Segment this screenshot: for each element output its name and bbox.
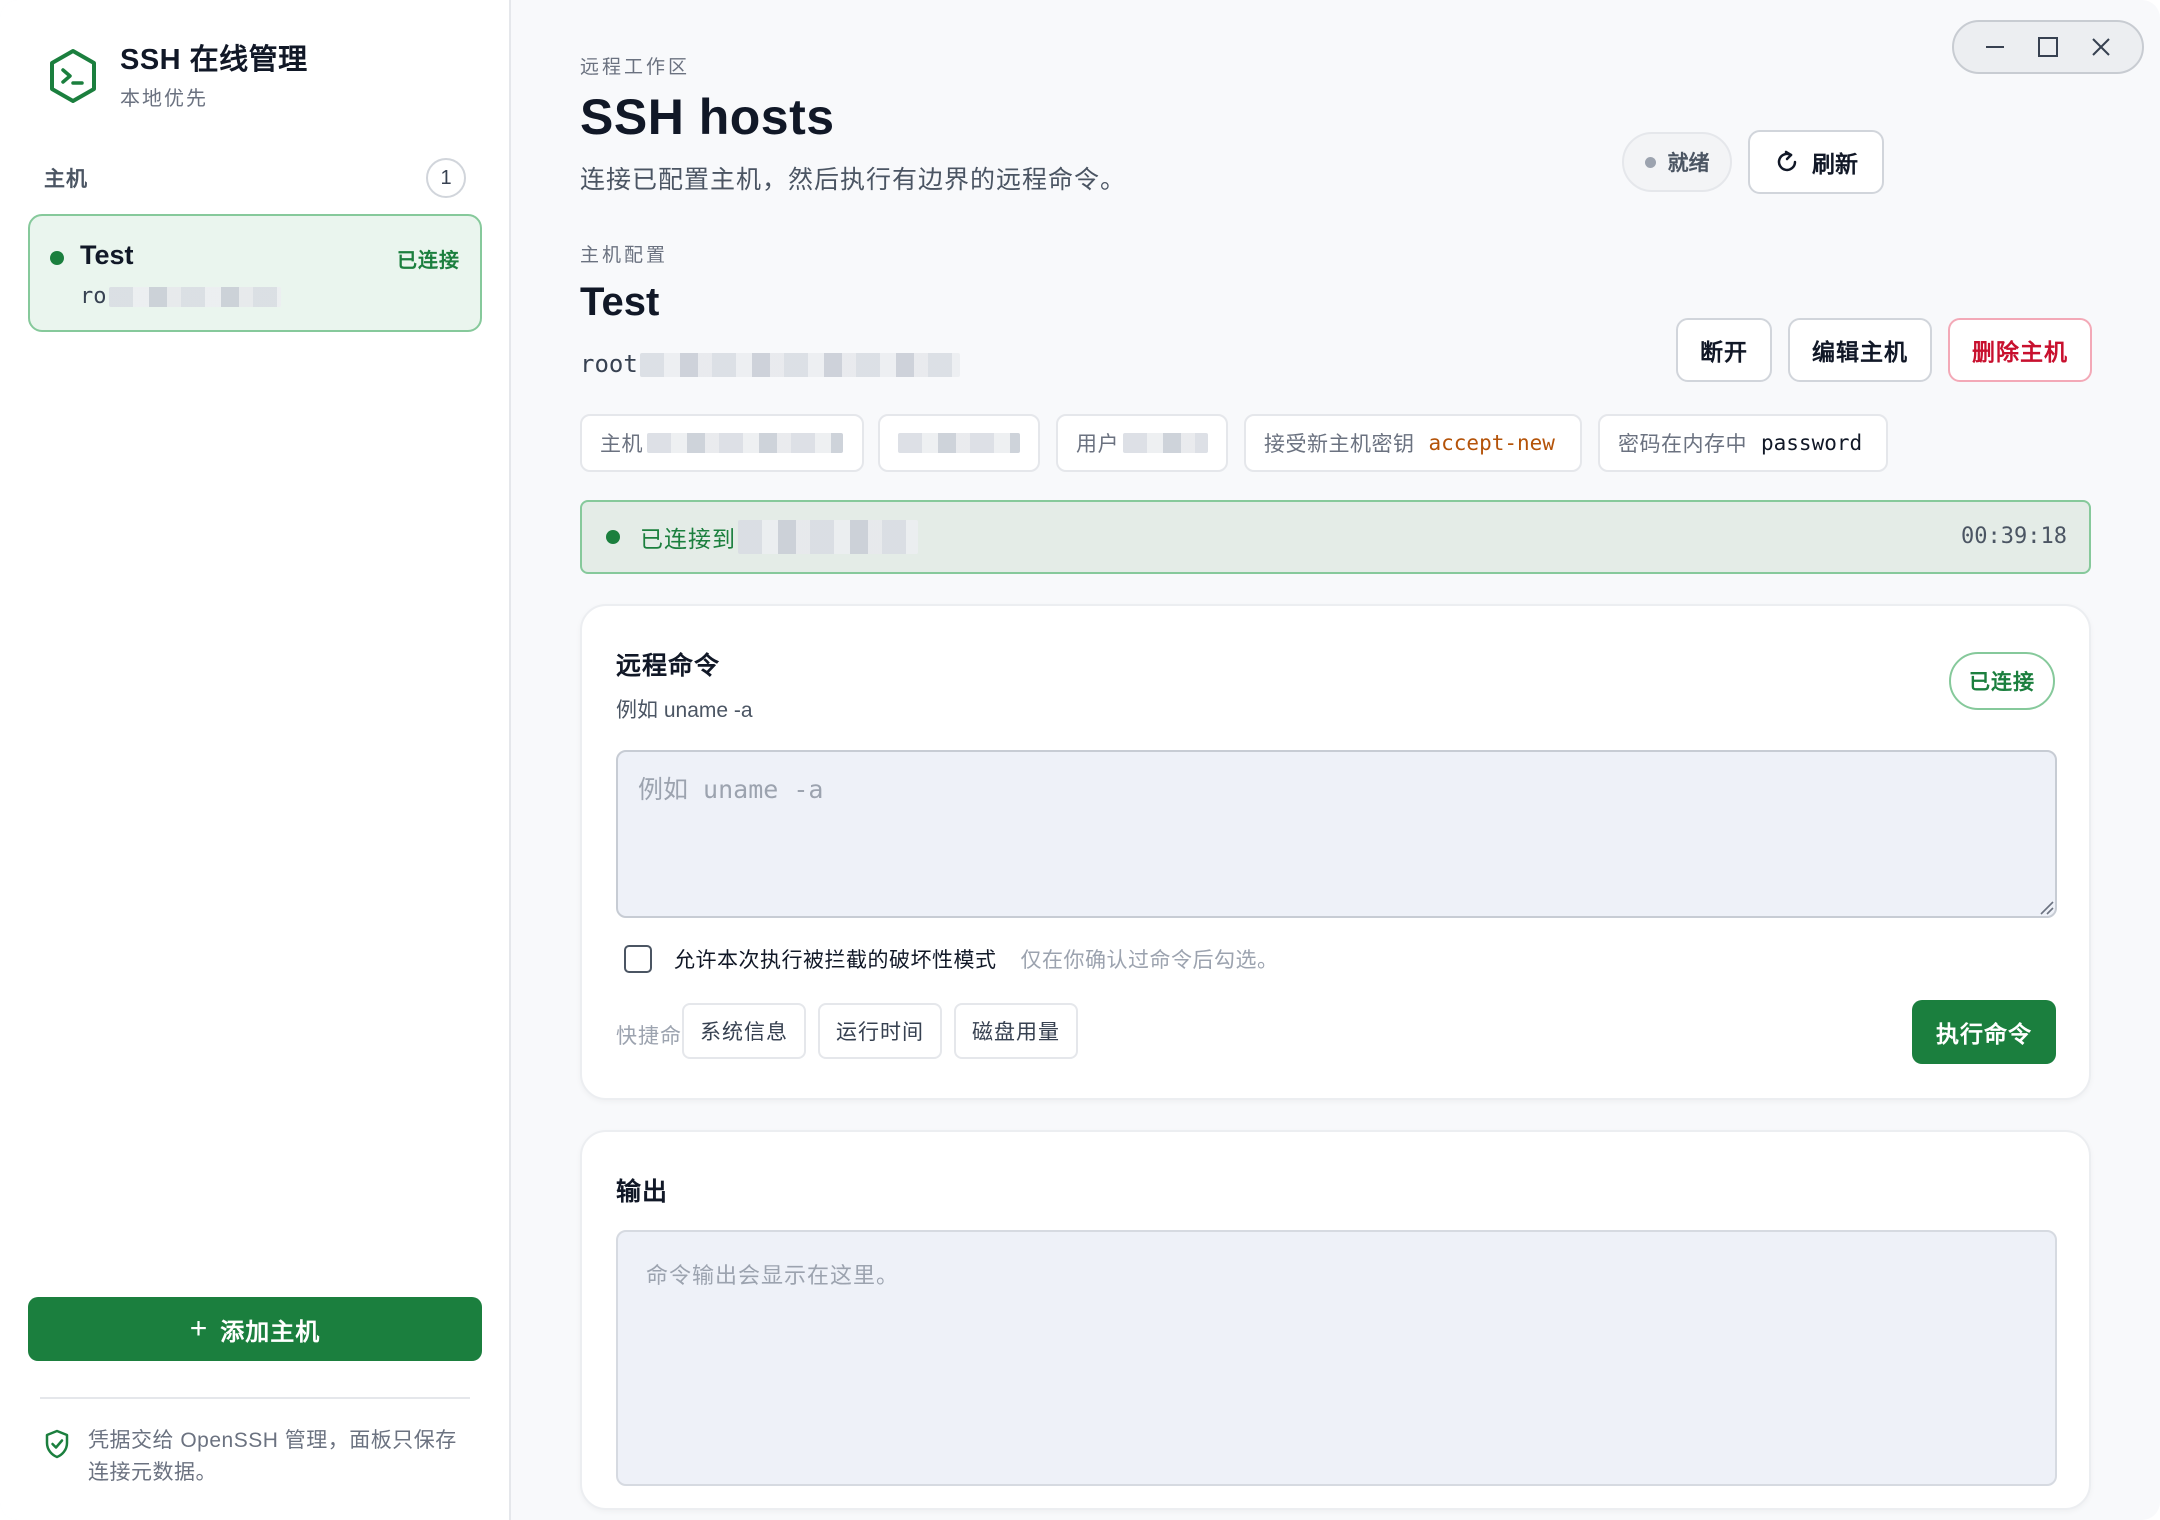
host-config-eyebrow: 主机配置 bbox=[580, 245, 669, 266]
host-item-state: 已连接 bbox=[397, 250, 460, 272]
password-chip-value: password bbox=[1761, 431, 1863, 455]
redacted-text bbox=[639, 353, 960, 377]
user-chip: 用户 bbox=[1056, 414, 1228, 472]
close-button[interactable] bbox=[2084, 30, 2118, 64]
connected-status-dot bbox=[50, 251, 64, 265]
host-chip: 主机 bbox=[580, 414, 864, 472]
disconnect-button[interactable]: 断开 bbox=[1676, 318, 1772, 382]
app-title: SSH 在线管理 bbox=[120, 44, 308, 76]
refresh-icon bbox=[1777, 150, 1797, 172]
allow-destructive-note: 仅在你确认过命令后勾选。 bbox=[1020, 949, 1279, 972]
password-chip-label: 密码在内存中 bbox=[1618, 433, 1747, 456]
status-badge: 就绪 bbox=[1622, 132, 1732, 192]
redacted-text bbox=[647, 433, 843, 453]
connected-badge: 已连接 bbox=[1949, 652, 2055, 710]
refresh-button[interactable]: 刷新 bbox=[1748, 130, 1884, 194]
quick-command-sysinfo[interactable]: 系统信息 bbox=[682, 1003, 806, 1059]
hostkey-chip-value: accept-new bbox=[1428, 431, 1555, 455]
delete-host-button[interactable]: 删除主机 bbox=[1948, 318, 2092, 382]
run-command-button[interactable]: 执行命令 bbox=[1912, 1000, 2056, 1064]
sidebar-footer: 凭据交给 OpenSSH 管理，面板只保存连接元数据。 bbox=[44, 1425, 474, 1489]
maximize-icon bbox=[2037, 37, 2058, 57]
workspace-eyebrow: 远程工作区 bbox=[580, 57, 691, 78]
page-title: SSH hosts bbox=[580, 89, 835, 145]
credentials-note: 凭据交给 OpenSSH 管理，面板只保存连接元数据。 bbox=[88, 1429, 457, 1484]
refresh-label: 刷新 bbox=[1812, 151, 1858, 177]
connection-text: 已连接到 bbox=[640, 526, 736, 552]
connected-status-dot bbox=[606, 530, 620, 544]
user-chip-label: 用户 bbox=[1076, 433, 1119, 456]
maximize-button[interactable] bbox=[2031, 30, 2065, 64]
add-host-label: 添加主机 bbox=[220, 1318, 321, 1346]
hosts-header: 主机 1 bbox=[44, 158, 466, 198]
hosts-count-badge: 1 bbox=[426, 158, 466, 198]
password-chip: 密码在内存中 password bbox=[1598, 414, 1888, 472]
connection-banner: 已连接到 00:39:18 bbox=[580, 500, 2091, 574]
redacted-text bbox=[108, 287, 281, 307]
status-dot bbox=[1644, 156, 1656, 168]
output-card-title: 输出 bbox=[616, 1178, 669, 1206]
command-output[interactable]: 命令输出会显示在这里。 bbox=[616, 1230, 2057, 1486]
redacted-text bbox=[738, 520, 918, 554]
terminal-hexagon-icon bbox=[50, 49, 96, 103]
redacted-text bbox=[1123, 433, 1208, 453]
status-label: 就绪 bbox=[1667, 152, 1710, 175]
plus-icon: + bbox=[189, 1312, 209, 1345]
close-icon bbox=[2092, 38, 2111, 56]
app-window: SSH 在线管理 本地优先 主机 1 Test 已连接 ro + 添加主机 凭据… bbox=[0, 0, 2160, 1520]
host-item-address: ro bbox=[80, 284, 281, 309]
command-input[interactable] bbox=[616, 750, 2057, 918]
window-controls bbox=[1952, 20, 2144, 74]
host-chip-label: 主机 bbox=[600, 433, 643, 456]
quick-command-uptime[interactable]: 运行时间 bbox=[818, 1003, 942, 1059]
redacted-text bbox=[898, 433, 1020, 453]
add-host-button[interactable]: + 添加主机 bbox=[28, 1297, 482, 1361]
minimize-button[interactable] bbox=[1978, 30, 2012, 64]
edit-host-button[interactable]: 编辑主机 bbox=[1788, 318, 1932, 382]
command-card-hint: 例如 uname -a bbox=[616, 699, 753, 722]
connection-timer: 00:39:18 bbox=[1961, 524, 2067, 549]
quick-command-disk-usage[interactable]: 磁盘用量 bbox=[954, 1003, 1078, 1059]
sidebar-divider bbox=[40, 1397, 470, 1399]
sidebar: SSH 在线管理 本地优先 主机 1 Test 已连接 ro + 添加主机 凭据… bbox=[0, 0, 511, 1520]
brand: SSH 在线管理 本地优先 bbox=[48, 42, 308, 111]
host-title: Test bbox=[580, 280, 660, 324]
allow-destructive-checkbox[interactable] bbox=[624, 945, 652, 973]
hostkey-chip-label: 接受新主机密钥 bbox=[1264, 433, 1415, 456]
sidebar-host-item[interactable]: Test 已连接 ro bbox=[28, 214, 482, 332]
command-card-title: 远程命令 bbox=[616, 652, 721, 680]
allow-destructive-row: 允许本次执行被拦截的破坏性模式 仅在你确认过命令后勾选。 bbox=[624, 944, 1279, 974]
shield-check-icon bbox=[45, 1429, 69, 1459]
command-card: 远程命令 例如 uname -a 已连接 允许本次执行被拦截的破坏性模式 仅在你… bbox=[580, 604, 2091, 1100]
app-subtitle: 本地优先 bbox=[120, 88, 208, 110]
hostkey-chip: 接受新主机密钥 accept-new bbox=[1244, 414, 1582, 472]
output-card: 输出 命令输出会显示在这里。 bbox=[580, 1130, 2091, 1510]
allow-destructive-label[interactable]: 允许本次执行被拦截的破坏性模式 bbox=[674, 944, 997, 974]
hosts-label: 主机 bbox=[44, 168, 88, 191]
page-subtitle: 连接已配置主机，然后执行有边界的远程命令。 bbox=[580, 166, 1127, 194]
port-chip bbox=[878, 414, 1040, 472]
resize-grip-icon[interactable] bbox=[2038, 899, 2054, 915]
minimize-icon bbox=[1985, 46, 2004, 48]
host-item-name: Test bbox=[80, 240, 134, 270]
host-address: root bbox=[580, 350, 960, 378]
